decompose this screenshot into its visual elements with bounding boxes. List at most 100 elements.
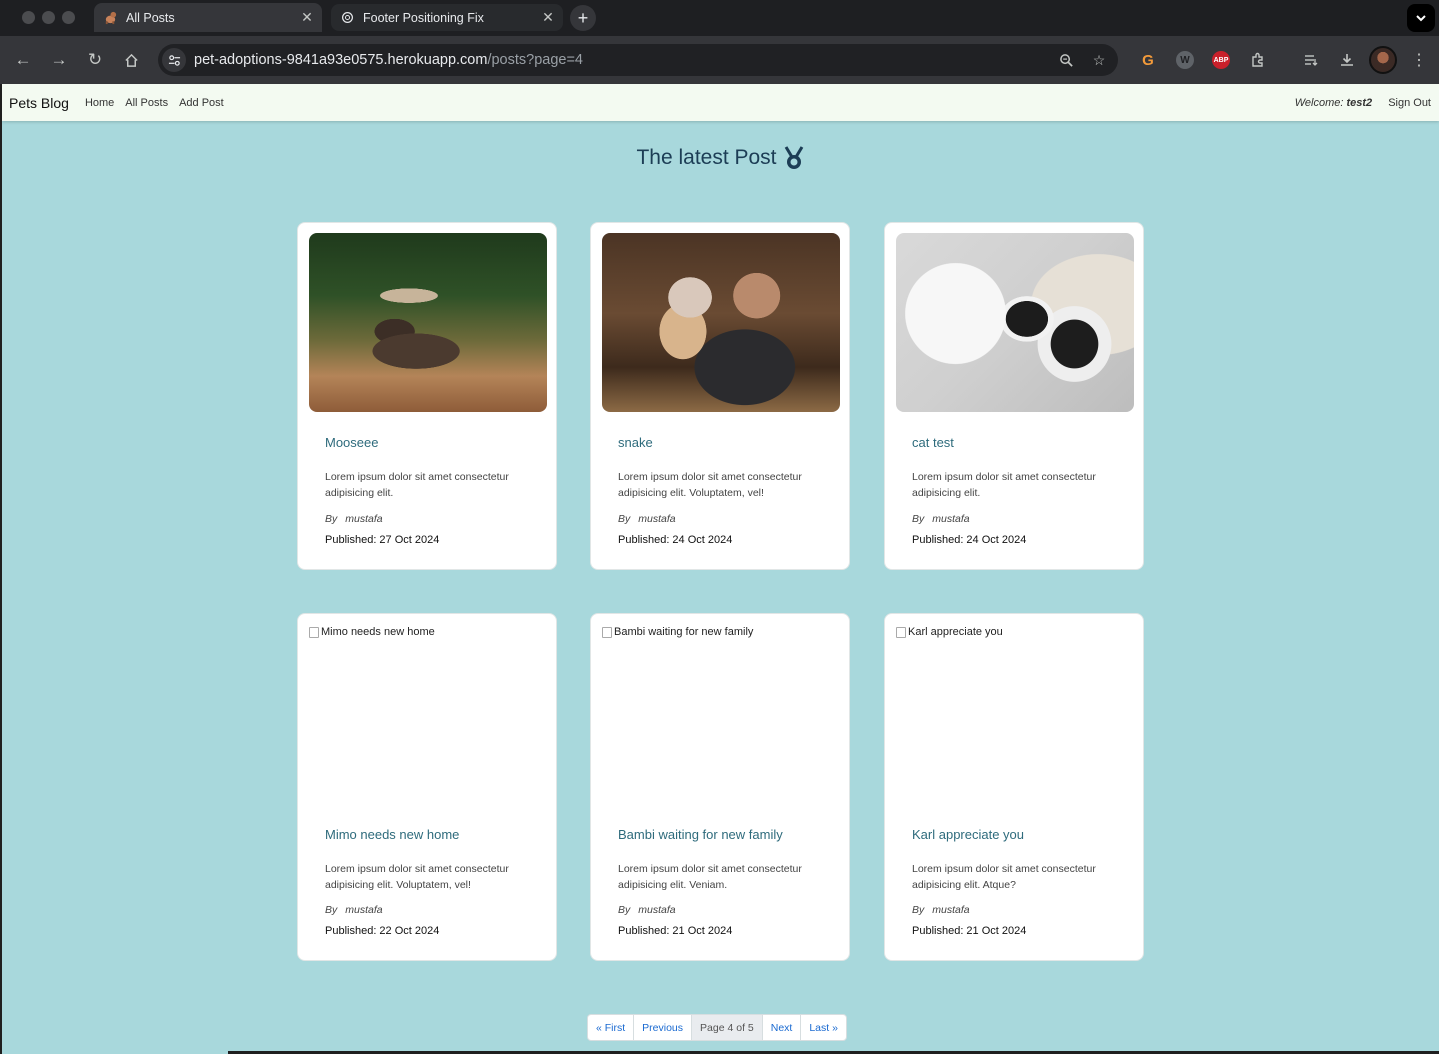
post-title[interactable]: Karl appreciate you — [912, 827, 1024, 842]
downloads-icon[interactable] — [1337, 50, 1357, 70]
window-minimize-button[interactable] — [42, 11, 55, 24]
post-title[interactable]: snake — [618, 435, 653, 450]
post-published-date: Published: 22 Oct 2024 — [325, 925, 440, 937]
w-extension-icon[interactable]: W — [1175, 50, 1195, 70]
url-text: pet-adoptions-9841a93e0575.herokuapp.com… — [194, 52, 583, 68]
post-author: By mustafa — [618, 513, 676, 525]
nav-link-home[interactable]: Home — [85, 97, 114, 109]
address-bar[interactable]: pet-adoptions-9841a93e0575.herokuapp.com… — [158, 44, 1118, 76]
zoom-magnifier-icon[interactable] — [1057, 51, 1075, 69]
post-published-date: Published: 21 Oct 2024 — [912, 925, 1027, 937]
post-card[interactable]: Mimo needs new home Mimo needs new home … — [297, 613, 557, 961]
page-viewport: Pets Blog Home All Posts Add Post Welcom… — [2, 84, 1439, 1054]
new-tab-button[interactable]: + — [570, 5, 596, 31]
site-settings-icon[interactable] — [162, 48, 186, 72]
post-title[interactable]: Mimo needs new home — [325, 827, 459, 842]
home-icon[interactable] — [120, 49, 142, 71]
post-excerpt: Lorem ipsum dolor sit amet consectetur a… — [912, 471, 1096, 499]
by-label: By — [618, 513, 631, 525]
broken-image-icon — [602, 626, 612, 638]
author-name: mustafa — [932, 904, 970, 916]
post-excerpt: Lorem ipsum dolor sit amet consectetur a… — [325, 863, 509, 891]
pagination-next-button[interactable]: Next — [761, 1015, 801, 1040]
adblock-plus-badge: ABP — [1212, 51, 1230, 69]
image-alt-text: Karl appreciate you — [908, 626, 1003, 638]
post-author: By mustafa — [912, 513, 970, 525]
post-image-dog-and-cats[interactable] — [896, 233, 1134, 412]
puzzle-extensions-icon[interactable] — [1248, 50, 1268, 70]
post-image-couple-with-dog[interactable] — [602, 233, 840, 412]
author-name: mustafa — [638, 904, 676, 916]
url-path: /posts?page=4 — [487, 52, 583, 68]
author-name: mustafa — [638, 513, 676, 525]
post-card[interactable]: snake Lorem ipsum dolor sit amet consect… — [590, 222, 850, 570]
post-title[interactable]: cat test — [912, 435, 954, 450]
page-title-text: The latest Post — [636, 146, 777, 169]
reload-icon[interactable]: ↻ — [84, 49, 106, 71]
broken-image-icon — [896, 626, 906, 638]
by-label: By — [912, 904, 925, 916]
post-card[interactable]: Bambi waiting for new family Bambi waiti… — [590, 613, 850, 961]
bookmark-star-icon[interactable]: ☆ — [1090, 51, 1108, 69]
nav-link-all-posts[interactable]: All Posts — [125, 97, 168, 109]
chatgpt-favicon-icon — [339, 10, 355, 26]
post-author: By mustafa — [325, 513, 383, 525]
username: test2 — [1346, 96, 1373, 109]
page-title: The latest Post — [2, 146, 1439, 170]
pagination-previous-button[interactable]: Previous — [633, 1015, 691, 1040]
close-tab-icon[interactable]: ✕ — [539, 9, 557, 27]
post-card[interactable]: Mooseee Lorem ipsum dolor sit amet conse… — [297, 222, 557, 570]
forward-arrow-icon[interactable]: → — [48, 49, 70, 71]
post-excerpt: Lorem ipsum dolor sit amet consectetur a… — [618, 471, 802, 499]
broken-image-placeholder[interactable]: Bambi waiting for new family — [602, 626, 753, 638]
post-published-date: Published: 21 Oct 2024 — [618, 925, 733, 937]
post-title[interactable]: Mooseee — [325, 435, 378, 450]
by-label: By — [325, 904, 338, 916]
sign-out-link[interactable]: Sign Out — [1388, 97, 1431, 109]
w-extension-badge: W — [1176, 51, 1194, 69]
post-card[interactable]: cat test Lorem ipsum dolor sit amet cons… — [884, 222, 1144, 570]
medal-icon — [784, 146, 803, 169]
post-excerpt: Lorem ipsum dolor sit amet consectetur a… — [325, 471, 509, 499]
by-label: By — [618, 904, 631, 916]
more-menu-icon[interactable]: ⋮ — [1409, 50, 1429, 70]
tab-footer-positioning-fix[interactable]: Footer Positioning Fix ✕ — [331, 4, 563, 31]
window-zoom-button[interactable] — [62, 11, 75, 24]
nav-link-add-post[interactable]: Add Post — [179, 97, 224, 109]
post-author: By mustafa — [618, 904, 676, 916]
image-alt-text: Bambi waiting for new family — [614, 626, 754, 638]
tab-title: All Posts — [126, 10, 175, 25]
back-arrow-icon[interactable]: ← — [12, 49, 34, 71]
browser-tab-strip: All Posts ✕ Footer Positioning Fix ✕ + — [0, 0, 1439, 36]
tab-search-chevron-icon[interactable] — [1407, 4, 1435, 32]
url-host: pet-adoptions-9841a93e0575.herokuapp.com — [194, 52, 488, 68]
reading-list-icon[interactable] — [1301, 50, 1321, 70]
window-close-button[interactable] — [22, 11, 35, 24]
post-author: By mustafa — [912, 904, 970, 916]
pagination-last-button[interactable]: Last » — [800, 1015, 846, 1040]
by-label: By — [325, 513, 338, 525]
post-image-moose[interactable] — [309, 233, 547, 412]
welcome-label: Welcome: — [1294, 96, 1344, 109]
post-title[interactable]: Bambi waiting for new family — [618, 827, 783, 842]
broken-image-placeholder[interactable]: Mimo needs new home — [309, 626, 435, 638]
post-excerpt: Lorem ipsum dolor sit amet consectetur a… — [618, 863, 802, 891]
post-published-date: Published: 24 Oct 2024 — [912, 534, 1027, 546]
navbar-user-area: Welcome: test2 Sign Out — [1295, 84, 1431, 121]
pagination-first-button[interactable]: « First — [588, 1015, 633, 1040]
tab-all-posts[interactable]: All Posts ✕ — [94, 3, 322, 32]
grammarly-icon[interactable]: G — [1138, 50, 1158, 70]
adblock-plus-icon[interactable]: ABP — [1211, 50, 1231, 70]
close-tab-icon[interactable]: ✕ — [298, 9, 316, 27]
post-card[interactable]: Karl appreciate you Karl appreciate you … — [884, 613, 1144, 961]
broken-image-placeholder[interactable]: Karl appreciate you — [896, 626, 1003, 638]
author-name: mustafa — [345, 904, 383, 916]
welcome-text: Welcome: test2 — [1295, 97, 1372, 109]
post-excerpt: Lorem ipsum dolor sit amet consectetur a… — [912, 863, 1096, 891]
site-navbar: Pets Blog Home All Posts Add Post Welcom… — [2, 84, 1439, 121]
brand-logo-link[interactable]: Pets Blog — [9, 95, 69, 111]
post-published-date: Published: 24 Oct 2024 — [618, 534, 733, 546]
tab-title: Footer Positioning Fix — [363, 10, 484, 25]
profile-avatar[interactable] — [1369, 46, 1397, 74]
post-author: By mustafa — [325, 904, 383, 916]
